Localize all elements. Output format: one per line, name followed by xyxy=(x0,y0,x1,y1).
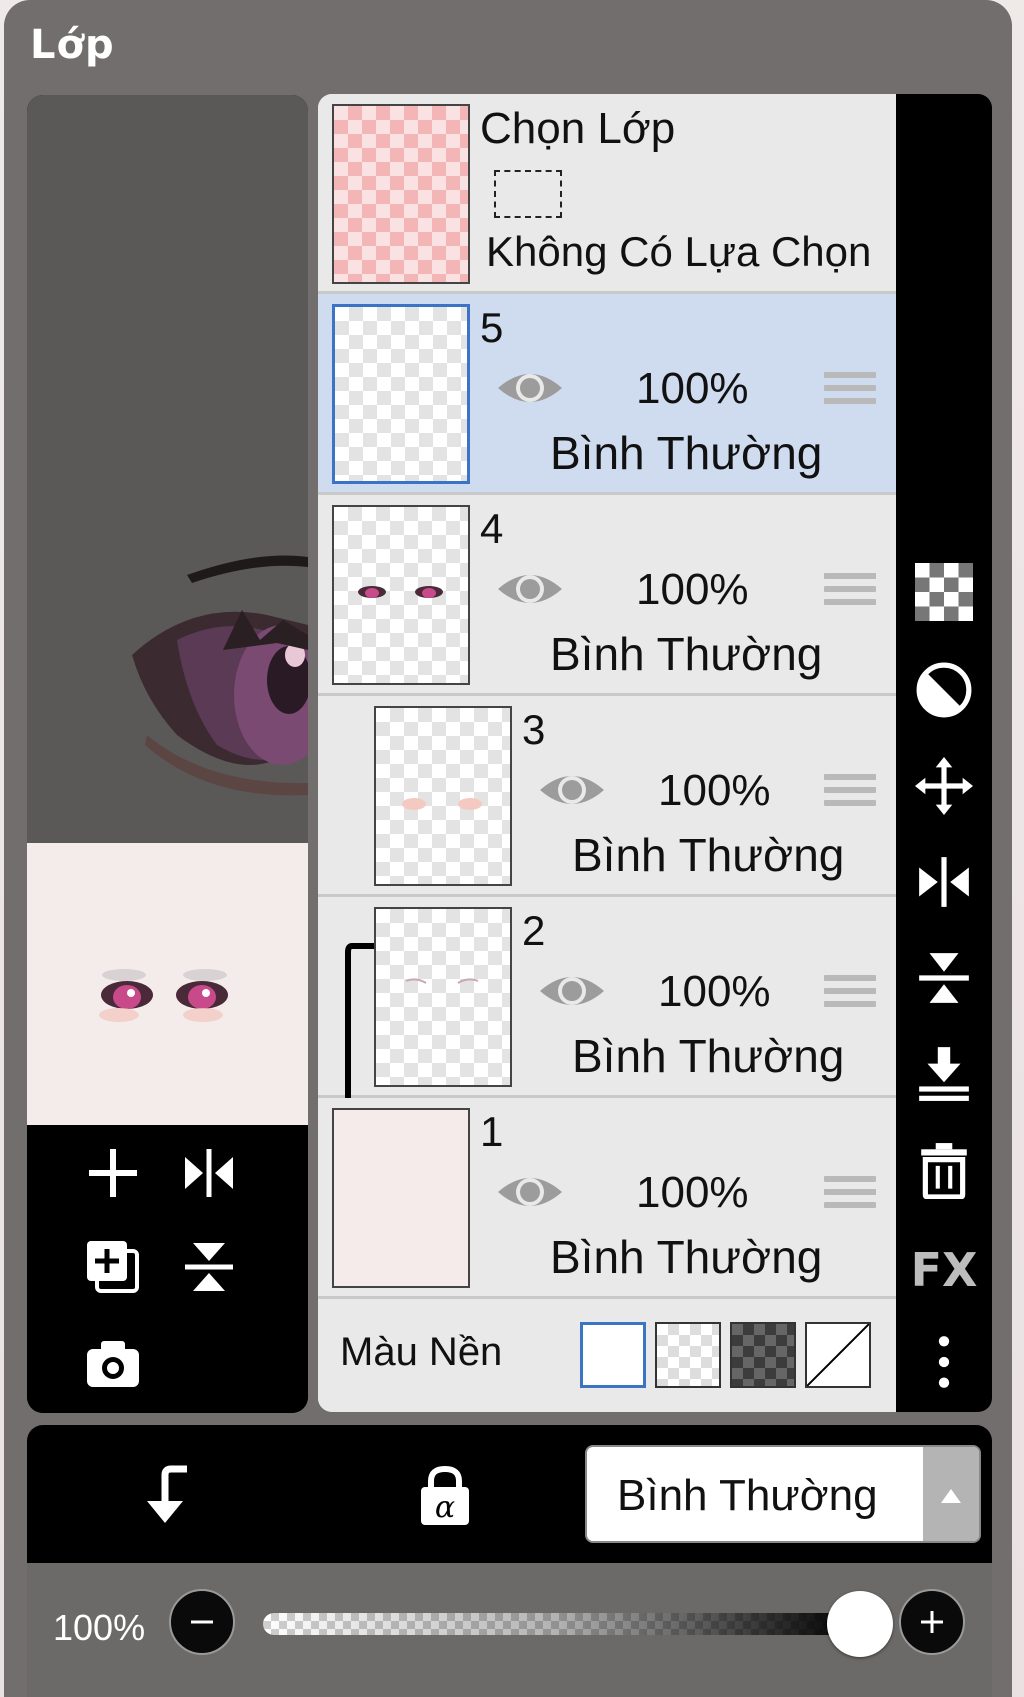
drag-handle-icon[interactable] xyxy=(824,573,876,615)
layer-thumbnail xyxy=(332,304,470,484)
visibility-eye-icon[interactable] xyxy=(494,364,566,412)
layer-thumbnail xyxy=(374,706,512,886)
bg-swatch-white[interactable] xyxy=(580,1322,646,1388)
layer-row-4[interactable]: 4 100% Bình Thường xyxy=(318,495,896,696)
visibility-eye-icon[interactable] xyxy=(536,967,608,1015)
layer-opacity: 100% xyxy=(636,364,749,413)
visibility-eye-icon[interactable] xyxy=(536,766,608,814)
layer-opacity: 100% xyxy=(636,1168,749,1217)
opacity-bar: 100% xyxy=(27,1563,992,1697)
layer-thumbnail xyxy=(374,907,512,1087)
opacity-decrease-button[interactable] xyxy=(169,1589,235,1655)
opacity-increase-button[interactable] xyxy=(899,1589,965,1655)
transparency-icon[interactable] xyxy=(914,562,974,622)
layer-opacity: 100% xyxy=(658,766,771,815)
alpha-lock-icon[interactable]: α xyxy=(405,1455,485,1535)
opacity-value-label: 100% xyxy=(53,1607,146,1648)
svg-text:α: α xyxy=(435,1490,455,1525)
selection-thumbnail xyxy=(332,104,470,284)
opacity-slider[interactable] xyxy=(263,1613,853,1635)
merge-down-icon[interactable] xyxy=(914,1044,974,1104)
zoomed-eye-art xyxy=(132,555,308,796)
flip-vertical-icon[interactable] xyxy=(914,948,974,1008)
layer-number: 3 xyxy=(522,706,546,753)
drag-handle-icon[interactable] xyxy=(824,1176,876,1218)
layer-list: Chọn Lớp Không Có Lựa Chọn 5 100% Bình T… xyxy=(318,94,896,1412)
bg-swatch-dark-checker[interactable] xyxy=(730,1322,796,1388)
bg-swatch-none[interactable] xyxy=(805,1322,871,1388)
layer-blend-mode: Bình Thường xyxy=(550,427,823,479)
full-canvas-eyes xyxy=(99,969,228,1022)
selection-layer-row[interactable]: Chọn Lớp Không Có Lựa Chọn xyxy=(318,94,896,294)
move-icon[interactable] xyxy=(914,756,974,816)
layer-row-2[interactable]: 2 100% Bình Thường xyxy=(318,897,896,1098)
drag-handle-icon[interactable] xyxy=(824,774,876,816)
flip-horizontal-icon[interactable] xyxy=(177,1141,241,1205)
fx-label: FX xyxy=(910,1243,978,1297)
layer-thumbnail xyxy=(332,505,470,685)
layer-blend-mode: Bình Thường xyxy=(572,1030,845,1082)
layer-opacity: 100% xyxy=(658,967,771,1016)
selection-status: Không Có Lựa Chọn xyxy=(486,228,872,275)
blush-thumbnail-art xyxy=(402,798,482,810)
fx-icon[interactable]: FX xyxy=(911,1240,978,1300)
bg-swatch-transparent[interactable] xyxy=(655,1322,721,1388)
layer-number: 1 xyxy=(480,1108,504,1155)
camera-icon[interactable] xyxy=(81,1331,145,1395)
drag-handle-icon[interactable] xyxy=(824,372,876,414)
more-vertical-icon[interactable] xyxy=(914,1332,974,1392)
zoomed-canvas-preview xyxy=(27,95,308,843)
flip-horizontal-icon[interactable] xyxy=(914,852,974,912)
opacity-slider-knob[interactable] xyxy=(827,1591,893,1657)
layer-opacity: 100% xyxy=(636,565,749,614)
layer-row-1[interactable]: 1 100% Bình Thường xyxy=(318,1098,896,1299)
layer-blend-mode: Bình Thường xyxy=(550,628,823,680)
layer-number: 2 xyxy=(522,907,546,954)
bottom-bar: α Bình Thường xyxy=(27,1425,992,1563)
drag-handle-icon[interactable] xyxy=(824,975,876,1017)
clip-arrow-icon[interactable] xyxy=(127,1455,207,1535)
background-color-row: Màu Nền xyxy=(318,1302,896,1412)
layer-tools xyxy=(27,1125,308,1413)
layer-row-5[interactable]: 5 100% Bình Thường xyxy=(318,294,896,495)
full-canvas-preview xyxy=(27,843,308,1125)
background-color-label: Màu Nền xyxy=(340,1330,503,1374)
layer-number: 4 xyxy=(480,505,504,552)
eyes-thumbnail-art xyxy=(358,586,443,598)
layer-thumbnail xyxy=(332,1108,470,1288)
right-toolbar: FX xyxy=(896,94,992,1412)
layer-blend-mode: Bình Thường xyxy=(572,829,845,881)
visibility-eye-icon[interactable] xyxy=(494,565,566,613)
lines-thumbnail-art xyxy=(405,978,479,984)
half-fill-icon[interactable] xyxy=(914,660,974,720)
blend-mode-select[interactable]: Bình Thường xyxy=(585,1445,981,1543)
layer-number: 5 xyxy=(480,304,504,351)
chevron-up-icon xyxy=(923,1447,979,1541)
panel-title: Lớp xyxy=(30,22,115,68)
layer-blend-mode: Bình Thường xyxy=(550,1231,823,1283)
add-layer-icon[interactable] xyxy=(81,1141,145,1205)
selection-layer-title: Chọn Lớp xyxy=(480,104,676,153)
marquee-selection-icon xyxy=(494,170,562,218)
layer-row-3[interactable]: 3 100% Bình Thường xyxy=(318,696,896,897)
duplicate-layer-icon[interactable] xyxy=(81,1235,145,1299)
layer-preview xyxy=(27,95,308,1413)
visibility-eye-icon[interactable] xyxy=(494,1168,566,1216)
trash-icon[interactable] xyxy=(914,1140,974,1200)
blend-mode-value: Bình Thường xyxy=(617,1471,878,1520)
flip-vertical-icon[interactable] xyxy=(177,1235,241,1299)
